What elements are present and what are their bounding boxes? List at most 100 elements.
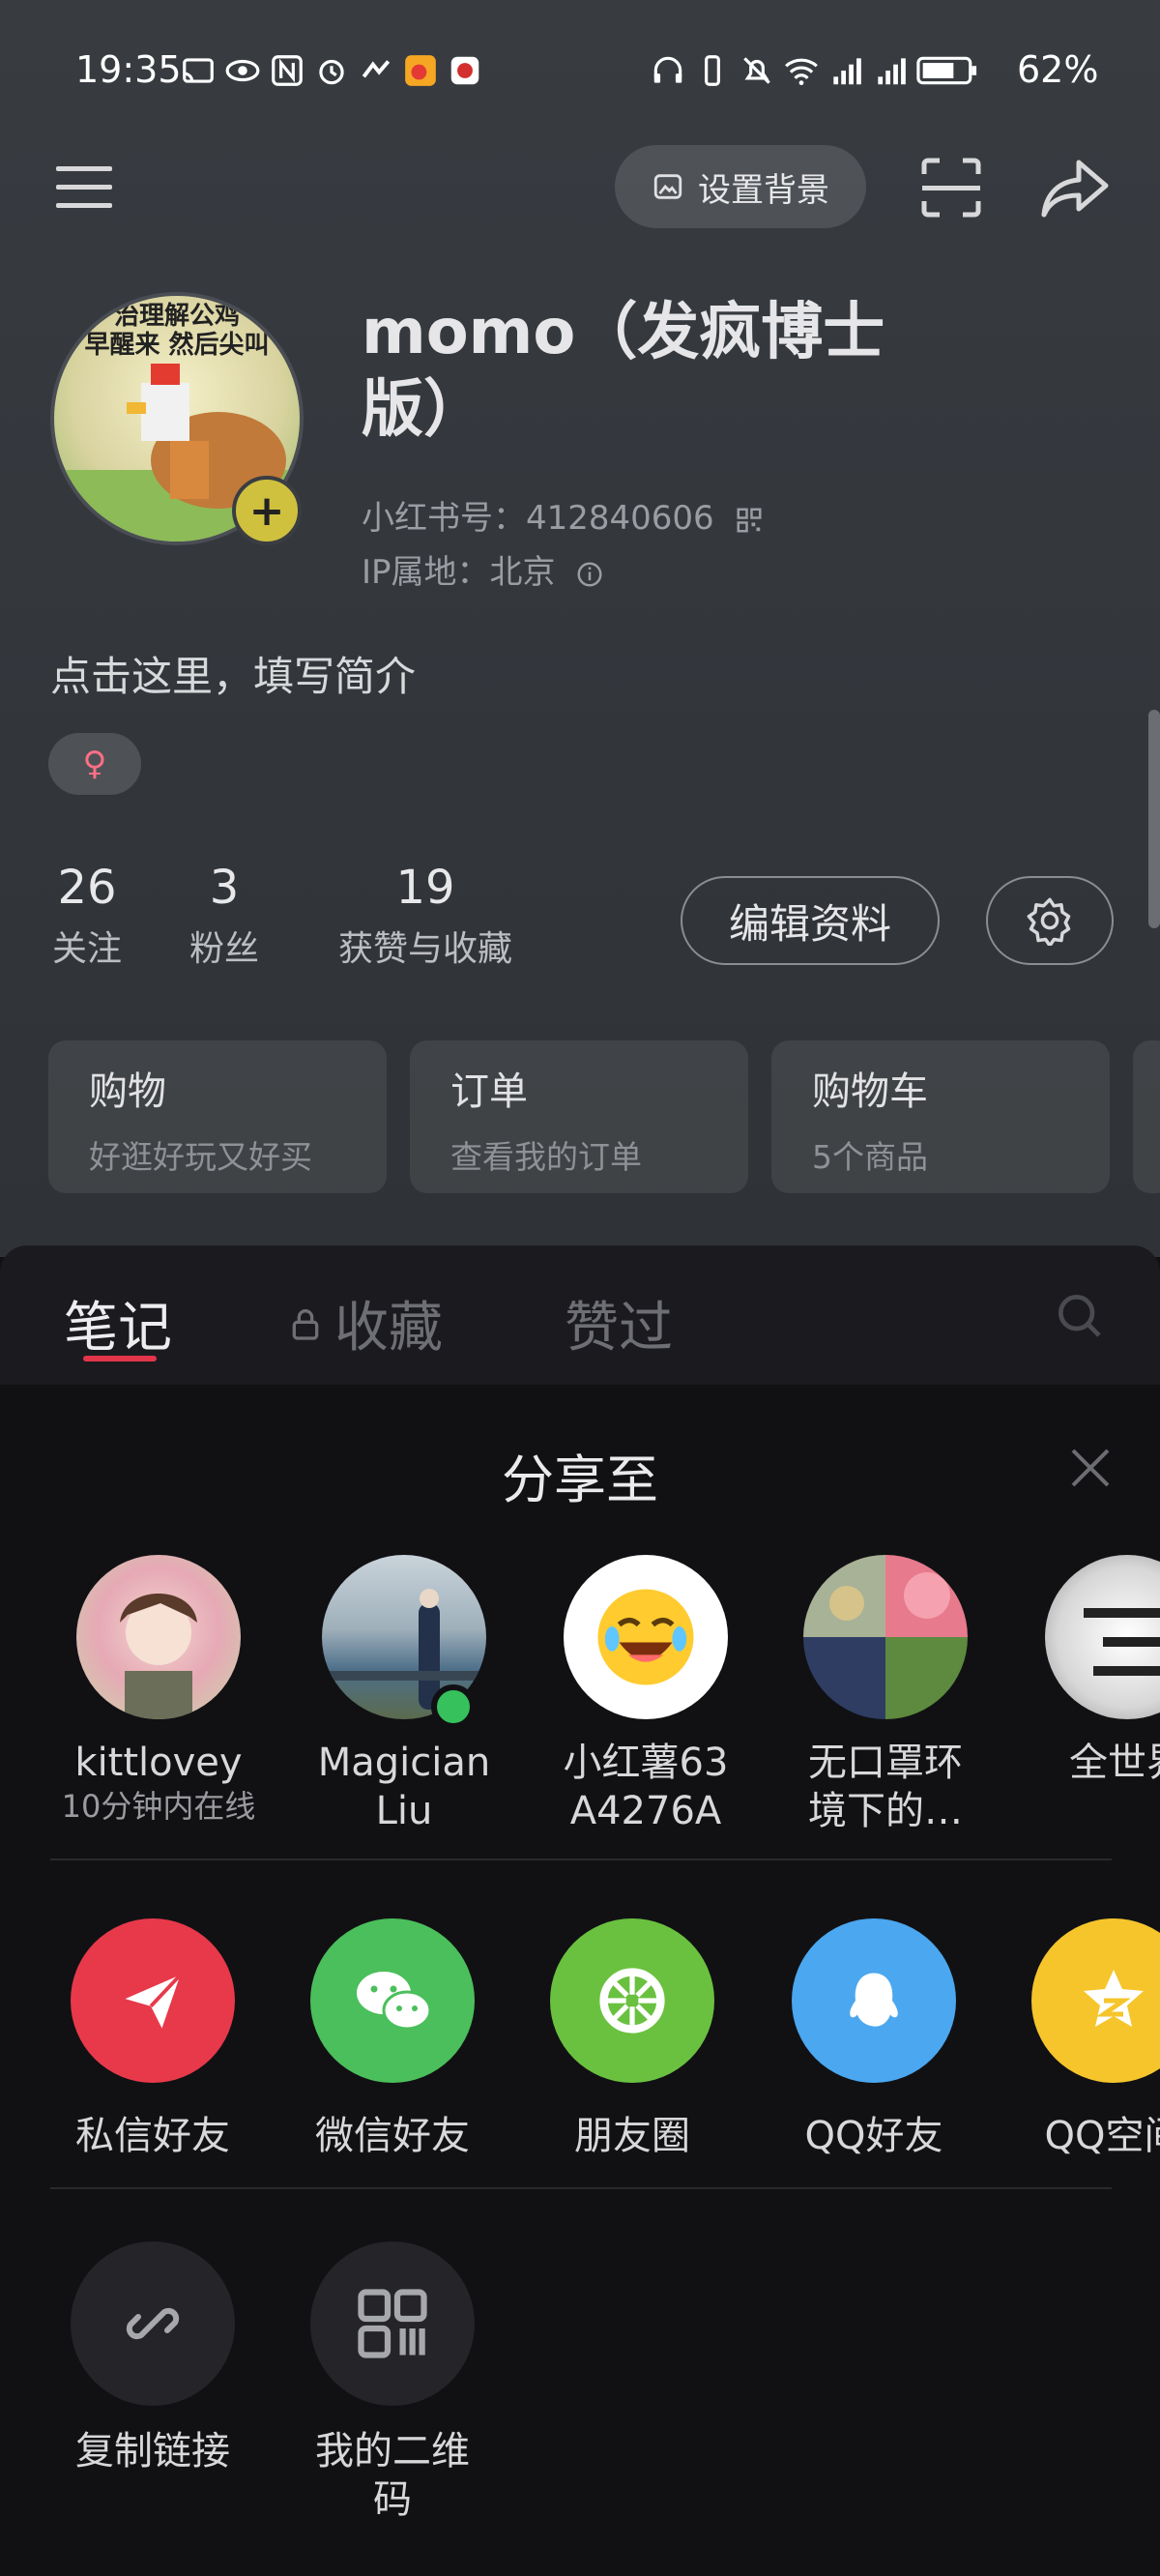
recent-contacts: kittlovey 10分钟内在线 Magician Liu 小红薯63 A42…	[0, 1555, 1160, 1845]
ip-location: IP属地：北京	[362, 545, 604, 593]
user-id[interactable]: 小红书号：412840606	[362, 491, 764, 539]
share-app-qzone[interactable]: QQ空间	[998, 1918, 1160, 2160]
divider	[50, 1859, 1112, 1860]
contact-item[interactable]: 全世界	[1011, 1555, 1160, 1787]
app-badge-icon	[447, 52, 483, 89]
settings-button[interactable]	[986, 876, 1114, 965]
qrcode-icon	[310, 2241, 475, 2406]
tool-label: 复制链接	[75, 2429, 230, 2474]
tab-collections-label: 收藏	[334, 1297, 443, 1360]
battery-icon	[916, 52, 978, 89]
tab-active-indicator	[83, 1356, 157, 1361]
followers-count: 3	[209, 861, 240, 915]
app-icon	[358, 52, 394, 89]
share-app-label: 微信好友	[315, 2114, 470, 2158]
card-cart[interactable]: 购物车 5个商品	[771, 1040, 1110, 1193]
contact-avatar	[1045, 1555, 1160, 1719]
link-icon	[71, 2241, 235, 2406]
weibo-icon	[402, 52, 439, 89]
search-icon[interactable]	[1052, 1288, 1106, 1342]
tab-collections[interactable]: 收藏	[286, 1284, 443, 1362]
likes-count: 19	[395, 861, 455, 915]
card-shopping[interactable]: 购物 好逛好玩又好买	[48, 1040, 387, 1193]
set-background-button[interactable]: 设置背景	[615, 145, 866, 228]
nfc-icon	[269, 52, 305, 89]
share-sheet-title: 分享至	[502, 1449, 658, 1510]
username: momo（发疯博士版）	[362, 297, 885, 446]
share-apps: 私信好友 微信好友 朋友圈 QQ好友 QQ空间	[0, 1918, 1160, 2170]
top-nav: 设置背景	[0, 145, 1160, 232]
contact-item[interactable]: Magician Liu	[288, 1555, 520, 1835]
gear-icon	[1027, 897, 1071, 946]
battery-percent: 62%	[1017, 48, 1099, 91]
copy-link-button[interactable]: 复制链接	[37, 2241, 269, 2475]
contact-status: 10分钟内在线	[61, 1788, 256, 1825]
contact-name: 小红薯63 A4276A	[563, 1741, 729, 1833]
vibrate-icon	[694, 52, 731, 89]
contact-name: kittlovey	[74, 1741, 243, 1785]
stat-following[interactable]: 26 关注	[50, 861, 124, 971]
qrcode-small-icon[interactable]	[735, 506, 764, 535]
contact-avatar	[76, 1555, 241, 1719]
female-icon: ♀	[82, 745, 107, 783]
following-label: 关注	[51, 929, 122, 969]
card-subtitle: 5个商品	[812, 1138, 928, 1176]
edit-profile-button[interactable]: 编辑资料	[681, 876, 940, 965]
share-app-wechat[interactable]: 微信好友	[276, 1918, 508, 2160]
contact-name: Magician Liu	[317, 1741, 491, 1833]
qzone-icon	[1031, 1918, 1160, 2083]
divider	[50, 2187, 1112, 2189]
lock-icon	[292, 1308, 319, 1340]
wifi-icon	[783, 52, 820, 89]
share-app-qq[interactable]: QQ好友	[758, 1918, 990, 2160]
share-icon[interactable]	[1040, 155, 1110, 220]
contact-item[interactable]: 小红薯63 A4276A	[530, 1555, 762, 1835]
info-icon[interactable]	[575, 560, 604, 589]
stat-likes[interactable]: 19 获赞与收藏	[327, 861, 524, 971]
bio-placeholder[interactable]: 点击这里，填写简介	[50, 644, 416, 703]
tool-label: 我的二维 码	[315, 2429, 470, 2522]
image-icon	[653, 174, 682, 199]
share-app-label: 朋友圈	[574, 2114, 690, 2158]
scan-icon[interactable]	[918, 155, 984, 220]
contact-name: 全世界	[1069, 1741, 1160, 1785]
gender-badge: ♀	[48, 733, 141, 795]
signal-5g-icon	[827, 52, 864, 89]
wechat-icon	[310, 1918, 475, 2083]
status-bar: 19:35 62%	[0, 39, 1160, 106]
card-more[interactable]	[1133, 1040, 1160, 1193]
scrollbar[interactable]	[1148, 710, 1160, 928]
likes-label: 获赞与收藏	[337, 929, 512, 969]
user-id-label: 小红书号：412840606	[362, 499, 714, 538]
qq-icon	[792, 1918, 956, 2083]
card-title: 购物	[89, 1069, 166, 1114]
share-app-moments[interactable]: 朋友圈	[516, 1918, 748, 2160]
paper-plane-icon	[71, 1918, 235, 2083]
stat-followers[interactable]: 3 粉丝	[188, 861, 261, 971]
menu-icon[interactable]	[54, 161, 116, 215]
set-background-label: 设置背景	[698, 170, 829, 210]
contact-avatar	[803, 1555, 968, 1719]
close-icon[interactable]	[1067, 1445, 1114, 1491]
signal-5g-2-icon	[872, 52, 909, 89]
card-orders[interactable]: 订单 查看我的订单	[410, 1040, 748, 1193]
contact-item[interactable]: 无口罩环 境下的…	[769, 1555, 1001, 1835]
share-app-label: 私信好友	[75, 2114, 230, 2158]
card-title: 购物车	[812, 1069, 928, 1114]
share-app-private-message[interactable]: 私信好友	[37, 1918, 269, 2160]
card-title: 订单	[450, 1069, 528, 1114]
followers-label: 粉丝	[188, 929, 259, 969]
cast-icon	[180, 52, 217, 89]
tab-liked[interactable]: 赞过	[565, 1284, 673, 1362]
mute-icon	[739, 52, 775, 89]
notification-icons	[180, 52, 483, 89]
add-avatar-button[interactable]: +	[232, 476, 302, 545]
laughing-emoji-icon	[597, 1589, 694, 1685]
contact-item[interactable]: kittlovey 10分钟内在线	[43, 1555, 275, 1826]
tab-notes[interactable]: 笔记	[64, 1284, 172, 1362]
my-qrcode-button[interactable]: 我的二维 码	[276, 2241, 508, 2524]
eye-icon	[224, 52, 261, 89]
moments-icon	[550, 1918, 714, 2083]
share-sheet: 分享至 kittlovey 10分钟内在线 Magician Liu 小红薯63…	[0, 1385, 1160, 2576]
system-icons	[650, 52, 978, 89]
